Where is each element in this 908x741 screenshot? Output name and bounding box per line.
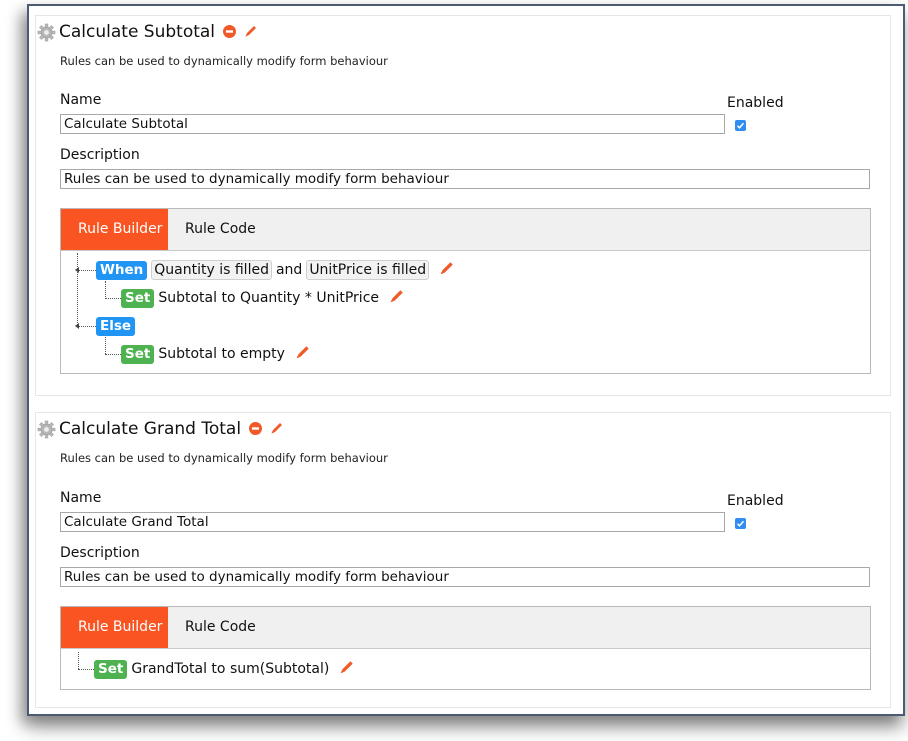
pencil-icon xyxy=(271,422,283,433)
rule-panel-subtotal: Calculate Subtotal Rules can be used to … xyxy=(35,15,891,396)
rule-panel-grand-total: Calculate Grand Total Rules can be used … xyxy=(35,412,891,708)
when-node[interactable]: When Quantity is filled and UnitPrice is… xyxy=(96,260,455,280)
name-label: Name xyxy=(60,92,102,108)
set-node[interactable]: Set Subtotal to Quantity * UnitPrice xyxy=(121,288,405,308)
rule-title: Calculate Subtotal xyxy=(59,22,216,42)
edit-set-button[interactable] xyxy=(295,344,311,364)
edit-rule-button[interactable] xyxy=(270,420,284,439)
name-input[interactable]: Calculate Grand Total xyxy=(60,512,725,532)
tab-rule-builder[interactable]: Rule Builder xyxy=(61,209,168,250)
rule-builder: Rule Builder Rule Code Set GrandTotal to… xyxy=(60,606,871,690)
tab-rule-builder[interactable]: Rule Builder xyxy=(61,607,168,648)
set-node[interactable]: Set GrandTotal to sum(Subtotal) xyxy=(94,659,355,679)
enabled-checkbox[interactable] xyxy=(735,518,746,529)
rule-header: Calculate Grand Total xyxy=(37,419,284,439)
tab-rule-code[interactable]: Rule Code xyxy=(168,607,273,648)
edit-set-button[interactable] xyxy=(389,288,405,308)
set-action-text: Subtotal to empty xyxy=(158,346,285,362)
description-input[interactable]: Rules can be used to dynamically modify … xyxy=(60,169,870,189)
enabled-label: Enabled xyxy=(727,95,784,111)
edit-when-button[interactable] xyxy=(439,260,455,280)
set-action-text: GrandTotal to sum(Subtotal) xyxy=(131,661,330,677)
checkmark-icon xyxy=(736,122,745,129)
description-label: Description xyxy=(60,545,140,561)
set-badge: Set xyxy=(121,288,155,308)
condition-chip[interactable]: Quantity is filled xyxy=(151,260,272,280)
description-label: Description xyxy=(60,147,140,163)
delete-rule-button[interactable] xyxy=(223,23,237,42)
rule-builder: Rule Builder Rule Code When Quantity is … xyxy=(60,208,871,374)
minus-circle-icon xyxy=(223,24,237,38)
rule-header: Calculate Subtotal xyxy=(37,22,258,42)
edit-rule-button[interactable] xyxy=(244,23,258,42)
edit-set-button[interactable] xyxy=(339,659,355,679)
minus-circle-icon xyxy=(249,421,263,435)
condition-chip[interactable]: UnitPrice is filled xyxy=(306,260,430,280)
name-label: Name xyxy=(60,490,102,506)
rule-tabs: Rule Builder Rule Code xyxy=(61,209,870,251)
gear-icon xyxy=(37,23,56,41)
else-node[interactable]: Else xyxy=(96,316,139,336)
condition-joiner: and xyxy=(275,262,303,278)
set-badge: Set xyxy=(94,659,128,679)
pencil-icon xyxy=(440,262,453,275)
set-badge: Set xyxy=(121,344,155,364)
name-input[interactable]: Calculate Subtotal xyxy=(60,114,725,134)
tab-rule-code[interactable]: Rule Code xyxy=(168,209,273,250)
rule-title: Calculate Grand Total xyxy=(59,419,242,439)
delete-rule-button[interactable] xyxy=(249,420,263,439)
pencil-icon xyxy=(341,661,354,674)
rule-tabs: Rule Builder Rule Code xyxy=(61,607,870,649)
description-input[interactable]: Rules can be used to dynamically modify … xyxy=(60,567,870,587)
enabled-checkbox[interactable] xyxy=(735,120,746,131)
else-badge: Else xyxy=(96,316,136,336)
pencil-icon xyxy=(390,290,403,303)
rules-window: Calculate Subtotal Rules can be used to … xyxy=(27,4,905,716)
pencil-icon xyxy=(245,25,257,36)
set-action-text: Subtotal to Quantity * UnitPrice xyxy=(158,290,380,306)
checkmark-icon xyxy=(736,520,745,527)
when-badge: When xyxy=(96,260,148,280)
enabled-label: Enabled xyxy=(727,493,784,509)
rule-subtitle: Rules can be used to dynamically modify … xyxy=(60,451,388,465)
set-node[interactable]: Set Subtotal to empty xyxy=(121,344,311,364)
gear-icon xyxy=(37,420,56,438)
rule-subtitle: Rules can be used to dynamically modify … xyxy=(60,54,388,68)
pencil-icon xyxy=(296,346,309,359)
